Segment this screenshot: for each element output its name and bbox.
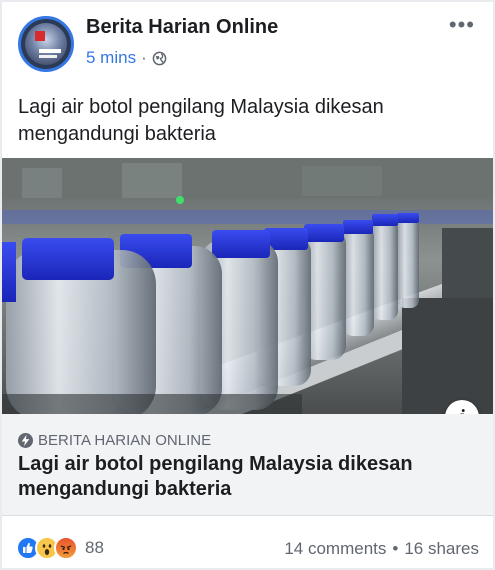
shares-count-link[interactable]: 16 shares <box>404 539 479 559</box>
avatar-logo-mark <box>35 31 45 41</box>
bottling-line-photo <box>2 158 493 414</box>
angry-icon <box>54 536 78 560</box>
page-avatar[interactable] <box>18 16 74 72</box>
reaction-count[interactable]: 88 <box>85 538 104 558</box>
post-message: Lagi air botol pengilang Malaysia dikesa… <box>18 96 384 145</box>
post-header: Berita Harian Online 5 mins · ••• <box>2 2 493 84</box>
post-timestamp[interactable]: 5 mins <box>86 48 136 68</box>
more-options-button[interactable]: ••• <box>449 12 475 38</box>
link-preview-image[interactable] <box>2 158 493 414</box>
engagement-stats: 14 comments • 16 shares <box>284 539 479 559</box>
avatar-logo-bar <box>39 49 61 53</box>
post-card: Berita Harian Online 5 mins · ••• Lagi a… <box>2 2 493 568</box>
reaction-summary[interactable]: 88 <box>16 536 104 560</box>
link-title[interactable]: Lagi air botol pengilang Malaysia dikesa… <box>18 452 473 502</box>
post-footer: 88 14 comments • 16 shares <box>2 517 493 568</box>
stats-separator: • <box>392 539 399 558</box>
lightning-icon <box>18 433 33 448</box>
avatar-image <box>25 23 67 65</box>
comments-count-link[interactable]: 14 comments <box>284 539 386 559</box>
post-meta: 5 mins · <box>86 48 167 68</box>
globe-icon <box>152 51 167 65</box>
link-source: BERITA HARIAN ONLINE <box>18 432 211 449</box>
page-name-link[interactable]: Berita Harian Online <box>86 16 278 39</box>
link-preview-box[interactable]: BERITA HARIAN ONLINE Lagi air botol peng… <box>2 414 493 516</box>
link-domain-text: BERITA HARIAN ONLINE <box>38 432 212 449</box>
avatar-logo-bar-2 <box>39 55 57 58</box>
meta-separator: · <box>141 48 147 67</box>
